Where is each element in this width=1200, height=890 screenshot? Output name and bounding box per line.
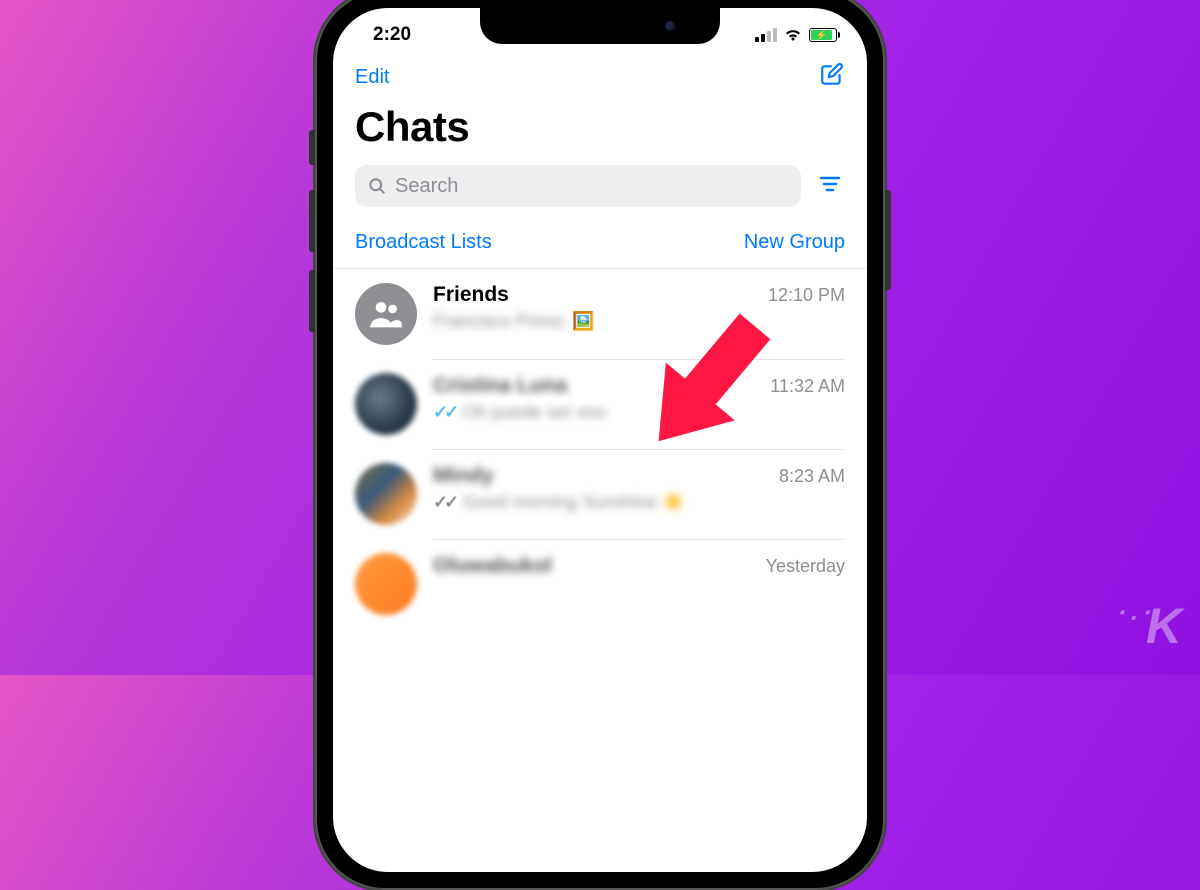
- compose-icon: [819, 62, 845, 88]
- search-row: Search: [333, 165, 867, 227]
- battery-icon: [809, 28, 837, 42]
- chat-row-friends[interactable]: Friends 12:10 PM Francisco Primo: 🖼️: [333, 269, 867, 359]
- broadcast-lists-link[interactable]: Broadcast Lists: [355, 231, 492, 254]
- chat-name: Friends: [433, 283, 509, 307]
- chat-row[interactable]: Cristina Luna 11:32 AM ✓✓Oh puede ser es…: [333, 359, 867, 449]
- watermark: K: [1146, 597, 1180, 655]
- chat-timestamp: 8:23 AM: [779, 466, 845, 487]
- compose-button[interactable]: [819, 62, 845, 93]
- search-input[interactable]: Search: [355, 165, 801, 207]
- chat-preview: ✓✓Good morning Sunshine ☀️: [433, 492, 845, 513]
- phone-screen: 2:20 Edit Chats Search Broadcast: [333, 8, 867, 872]
- chat-timestamp: 11:32 AM: [770, 376, 845, 397]
- chat-preview: Francisco Primo: 🖼️: [433, 311, 845, 332]
- phone-frame: 2:20 Edit Chats Search Broadcast: [315, 0, 885, 890]
- search-placeholder: Search: [395, 175, 458, 198]
- search-icon: [367, 176, 387, 196]
- notch: [480, 8, 720, 44]
- avatar: [355, 463, 417, 525]
- delivered-icon: ✓✓: [433, 492, 455, 513]
- chat-name: Cristina Luna: [433, 374, 567, 398]
- new-group-link[interactable]: New Group: [744, 231, 845, 254]
- chat-name: Oluwabukol: [433, 554, 552, 578]
- avatar: [355, 283, 417, 345]
- status-icons: [755, 28, 837, 42]
- wifi-icon: [783, 28, 803, 42]
- group-icon: [366, 294, 406, 334]
- status-time: 2:20: [363, 24, 411, 46]
- cellular-signal-icon: [755, 28, 777, 42]
- edit-button[interactable]: Edit: [355, 66, 389, 89]
- chat-preview: ✓✓Oh puede ser eso: [433, 402, 845, 423]
- chat-row[interactable]: Mindy 8:23 AM ✓✓Good morning Sunshine ☀️: [333, 449, 867, 539]
- page-title: Chats: [333, 103, 867, 165]
- chat-timestamp: 12:10 PM: [768, 285, 845, 306]
- avatar: [355, 373, 417, 435]
- chat-name: Mindy: [433, 464, 494, 488]
- nav-bar: Edit: [333, 56, 867, 103]
- filter-icon: [819, 175, 841, 193]
- list-header-links: Broadcast Lists New Group: [333, 227, 867, 269]
- chat-row[interactable]: Oluwabukol Yesterday: [333, 539, 867, 629]
- filter-button[interactable]: [815, 171, 845, 202]
- chat-timestamp: Yesterday: [766, 556, 845, 577]
- avatar: [355, 553, 417, 615]
- chat-list: Friends 12:10 PM Francisco Primo: 🖼️ Cri…: [333, 269, 867, 629]
- read-receipt-icon: ✓✓: [433, 402, 455, 423]
